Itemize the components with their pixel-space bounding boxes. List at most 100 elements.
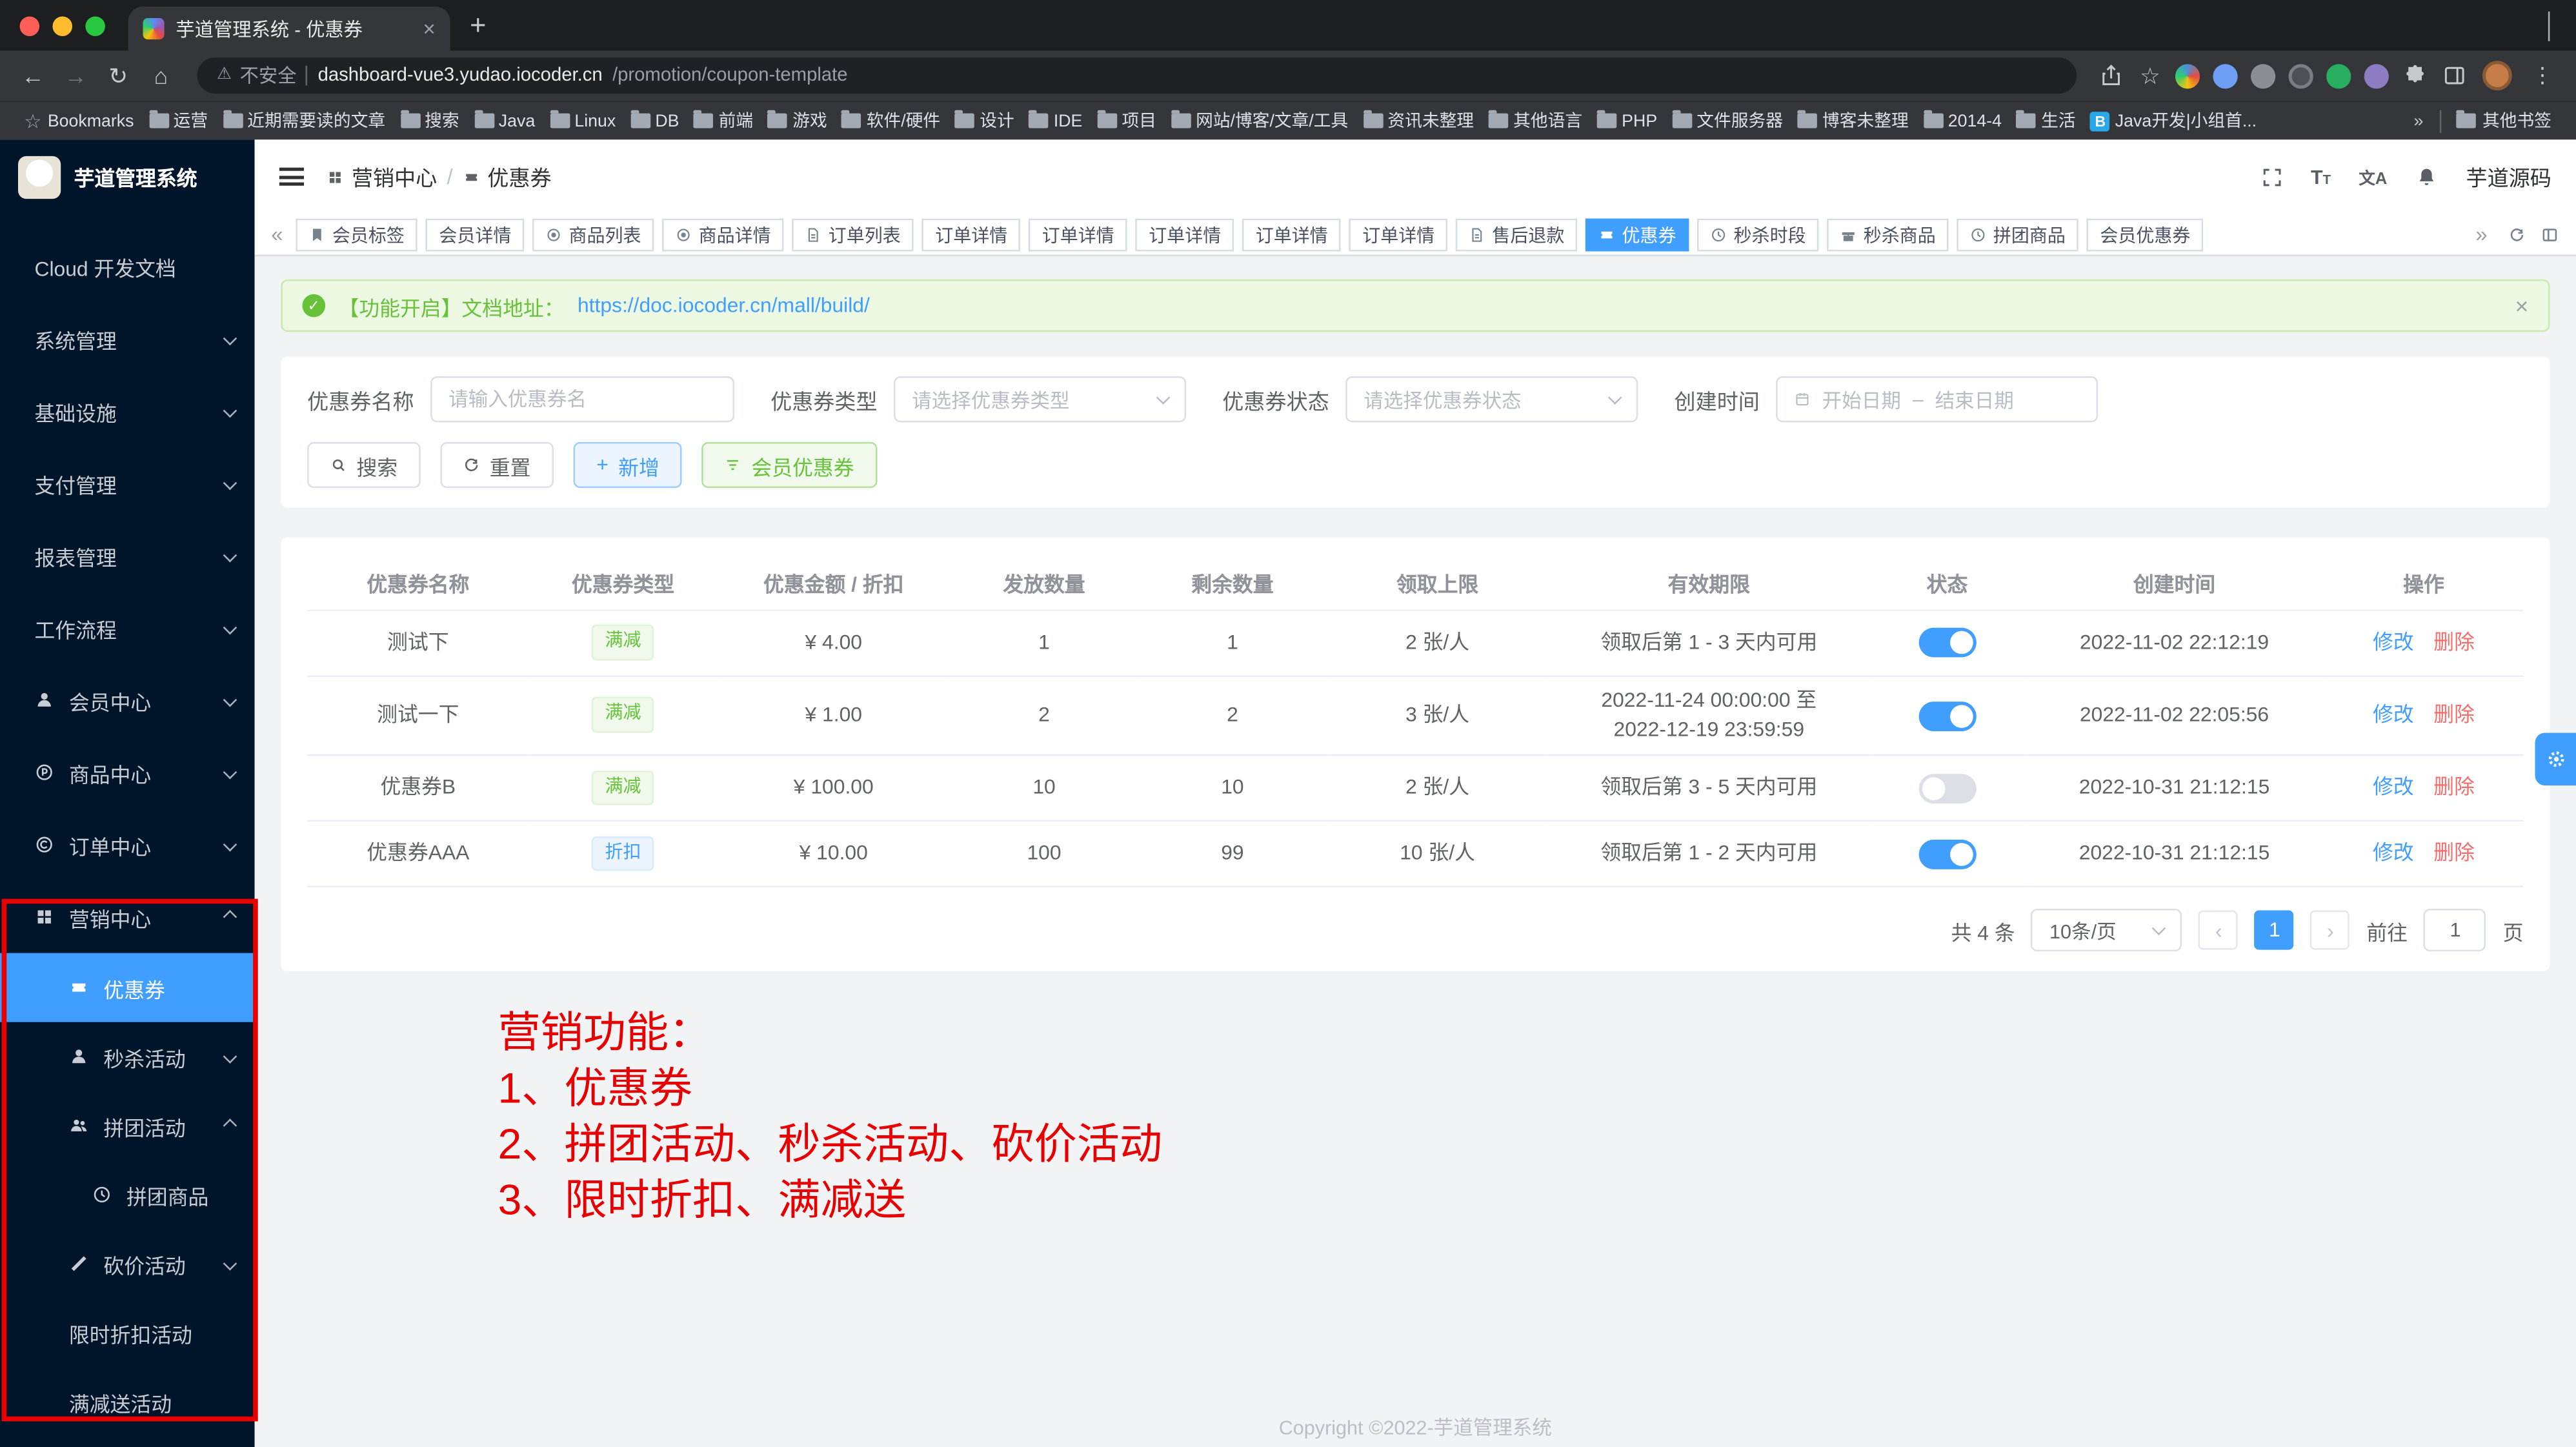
- tags-view-tab-6[interactable]: 订单详情: [1029, 218, 1127, 250]
- bookmark-item[interactable]: Linux: [543, 108, 624, 134]
- back-button[interactable]: ←: [13, 64, 52, 87]
- refresh-tab-icon[interactable]: [2509, 226, 2525, 242]
- tab-search-chevron-icon[interactable]: [2548, 11, 2576, 41]
- tags-view-tab-8[interactable]: 订单详情: [1242, 218, 1341, 250]
- tabs-scroll-left-icon[interactable]: «: [266, 223, 288, 245]
- sidebar-item-infrastructure[interactable]: 基础设施: [0, 374, 255, 447]
- sidebar-item-promotion-center[interactable]: 营销中心: [0, 881, 255, 953]
- page-size-select[interactable]: 10条/页: [2031, 909, 2182, 951]
- browser-tab[interactable]: 芋道管理系统 - 优惠券 ×: [128, 6, 450, 51]
- close-window-button[interactable]: [20, 15, 40, 35]
- bookmark-item[interactable]: 2014-4: [1917, 108, 2009, 134]
- bookmark-item[interactable]: 近期需要读的文章: [216, 105, 394, 136]
- sidebar-item-product-center[interactable]: 商品中心: [0, 736, 255, 809]
- bookmark-item[interactable]: 软件/硬件: [835, 105, 948, 136]
- edit-link[interactable]: 修改: [2373, 842, 2414, 865]
- tags-view-tab-12[interactable]: 秒杀时段: [1698, 218, 1819, 250]
- extensions-puzzle-icon[interactable]: [2404, 64, 2427, 87]
- tab-close-icon[interactable]: ×: [423, 16, 435, 41]
- status-toggle[interactable]: [1918, 840, 1976, 869]
- extension-icon[interactable]: [2213, 63, 2237, 88]
- sidebar-toggle[interactable]: [279, 168, 304, 186]
- edit-link[interactable]: 修改: [2373, 776, 2414, 799]
- bookmark-item[interactable]: PHP: [1591, 108, 1665, 134]
- alert-doc-link[interactable]: https://doc.iocoder.cn/mall/build/: [578, 294, 870, 318]
- layout-columns-icon[interactable]: [2542, 226, 2558, 242]
- bookmark-item[interactable]: 设计: [949, 105, 1023, 136]
- bookmark-item[interactable]: 生活: [2010, 105, 2084, 136]
- status-toggle[interactable]: [1918, 628, 1976, 658]
- bookmark-item[interactable]: 博客未整理: [1791, 105, 1917, 136]
- fullscreen-icon[interactable]: [2260, 165, 2283, 188]
- delete-link[interactable]: 删除: [2433, 631, 2475, 654]
- tags-view-tab-4[interactable]: 订单列表: [792, 218, 914, 250]
- coupon-name-input[interactable]: [430, 376, 734, 422]
- bookmark-item[interactable]: Java: [467, 108, 543, 134]
- sidebar-item-order-center[interactable]: 订单中心: [0, 809, 255, 881]
- reset-button[interactable]: 重置: [440, 442, 554, 488]
- bookmark-item[interactable]: 网站/博客/文章/工具: [1165, 105, 1356, 136]
- bookmark-item[interactable]: 前端: [687, 105, 761, 136]
- address-bar[interactable]: ⚠ 不安全 dashboard-vue3.yudao.iocoder.cn /p…: [197, 57, 2078, 94]
- settings-fab[interactable]: [2535, 733, 2576, 785]
- tags-view-tab-0[interactable]: 会员标签: [296, 218, 418, 250]
- bookmark-item[interactable]: IDE: [1022, 108, 1091, 134]
- next-page-button[interactable]: ›: [2311, 910, 2350, 949]
- goto-page-input[interactable]: [2424, 909, 2487, 951]
- current-page[interactable]: 1: [2255, 910, 2294, 949]
- date-range-picker[interactable]: 开始日期 – 结束日期: [1776, 376, 2098, 422]
- share-icon[interactable]: [2100, 64, 2124, 87]
- tags-view-tab-11[interactable]: 优惠券: [1585, 218, 1689, 250]
- current-user[interactable]: 芋道源码: [2466, 161, 2551, 192]
- bookmark-item[interactable]: 其他语言: [1482, 105, 1591, 136]
- browser-menu-icon[interactable]: ⋮: [2531, 63, 2553, 89]
- sidebar-item-workflow[interactable]: 工作流程: [0, 592, 255, 664]
- bookmark-item[interactable]: 运营: [142, 105, 216, 136]
- alert-close-icon[interactable]: ×: [2515, 292, 2528, 319]
- delete-link[interactable]: 删除: [2433, 776, 2475, 799]
- bookmark-item[interactable]: 搜索: [394, 105, 468, 136]
- extension-icon[interactable]: [2326, 63, 2351, 88]
- sidebar-item-combination-goods[interactable]: 拼团商品: [0, 1160, 255, 1229]
- minimize-window-button[interactable]: [52, 15, 72, 35]
- coupon-status-select[interactable]: 请选择优惠券状态: [1345, 376, 1638, 422]
- reload-button[interactable]: ↻: [99, 64, 138, 87]
- bookmark-item[interactable]: 游戏: [761, 105, 836, 136]
- coupon-type-select[interactable]: 请选择优惠券类型: [894, 376, 1186, 422]
- bookmark-item[interactable]: 资讯未整理: [1356, 105, 1482, 136]
- tags-view-tab-5[interactable]: 订单详情: [922, 218, 1021, 250]
- sidebar-item-combination[interactable]: 拼团活动: [0, 1091, 255, 1160]
- font-size-icon[interactable]: TT: [2311, 165, 2331, 188]
- bookmark-item[interactable]: ☆Bookmarks: [16, 108, 142, 134]
- extension-icon[interactable]: [2364, 63, 2389, 88]
- status-toggle[interactable]: [1918, 701, 1976, 731]
- tags-view-tab-10[interactable]: 售后退款: [1456, 218, 1577, 250]
- prev-page-button[interactable]: ‹: [2199, 910, 2239, 949]
- breadcrumb-item[interactable]: 优惠券: [463, 161, 552, 192]
- tags-view-tab-13[interactable]: 秒杀商品: [1827, 218, 1949, 250]
- sidebar-item-payment[interactable]: 支付管理: [0, 447, 255, 520]
- tabs-scroll-right-icon[interactable]: »: [2471, 223, 2493, 245]
- bookmark-item[interactable]: BJava开发|小组首...: [2084, 105, 2264, 136]
- sidebar-item-bargain[interactable]: 砍价活动: [0, 1229, 255, 1298]
- bookmark-item[interactable]: 项目: [1091, 105, 1165, 136]
- side-panel-icon[interactable]: [2443, 64, 2466, 87]
- extension-icon[interactable]: [2175, 63, 2200, 88]
- sidebar-item-cloud-doc[interactable]: Cloud 开发文档: [0, 230, 255, 302]
- bookmark-item[interactable]: DB: [624, 108, 687, 134]
- delete-link[interactable]: 删除: [2433, 842, 2475, 865]
- tags-view-tab-7[interactable]: 订单详情: [1136, 218, 1234, 250]
- status-toggle[interactable]: [1918, 774, 1976, 804]
- new-tab-button[interactable]: +: [470, 9, 486, 42]
- tags-view-tab-9[interactable]: 订单详情: [1349, 218, 1448, 250]
- create-button[interactable]: + 新增: [574, 442, 683, 488]
- breadcrumb-item[interactable]: 营销中心: [327, 161, 438, 192]
- bookmark-item[interactable]: 文件服务器: [1665, 105, 1791, 136]
- tags-view-tab-1[interactable]: 会员详情: [426, 218, 525, 250]
- app-logo[interactable]: 芋道管理系统: [0, 139, 255, 214]
- extension-icon[interactable]: [2251, 63, 2275, 88]
- profile-avatar[interactable]: [2482, 61, 2512, 90]
- extension-icon[interactable]: [2289, 63, 2313, 88]
- tags-view-tab-3[interactable]: 商品详情: [663, 218, 784, 250]
- sidebar-item-coupon[interactable]: 优惠券: [0, 953, 255, 1022]
